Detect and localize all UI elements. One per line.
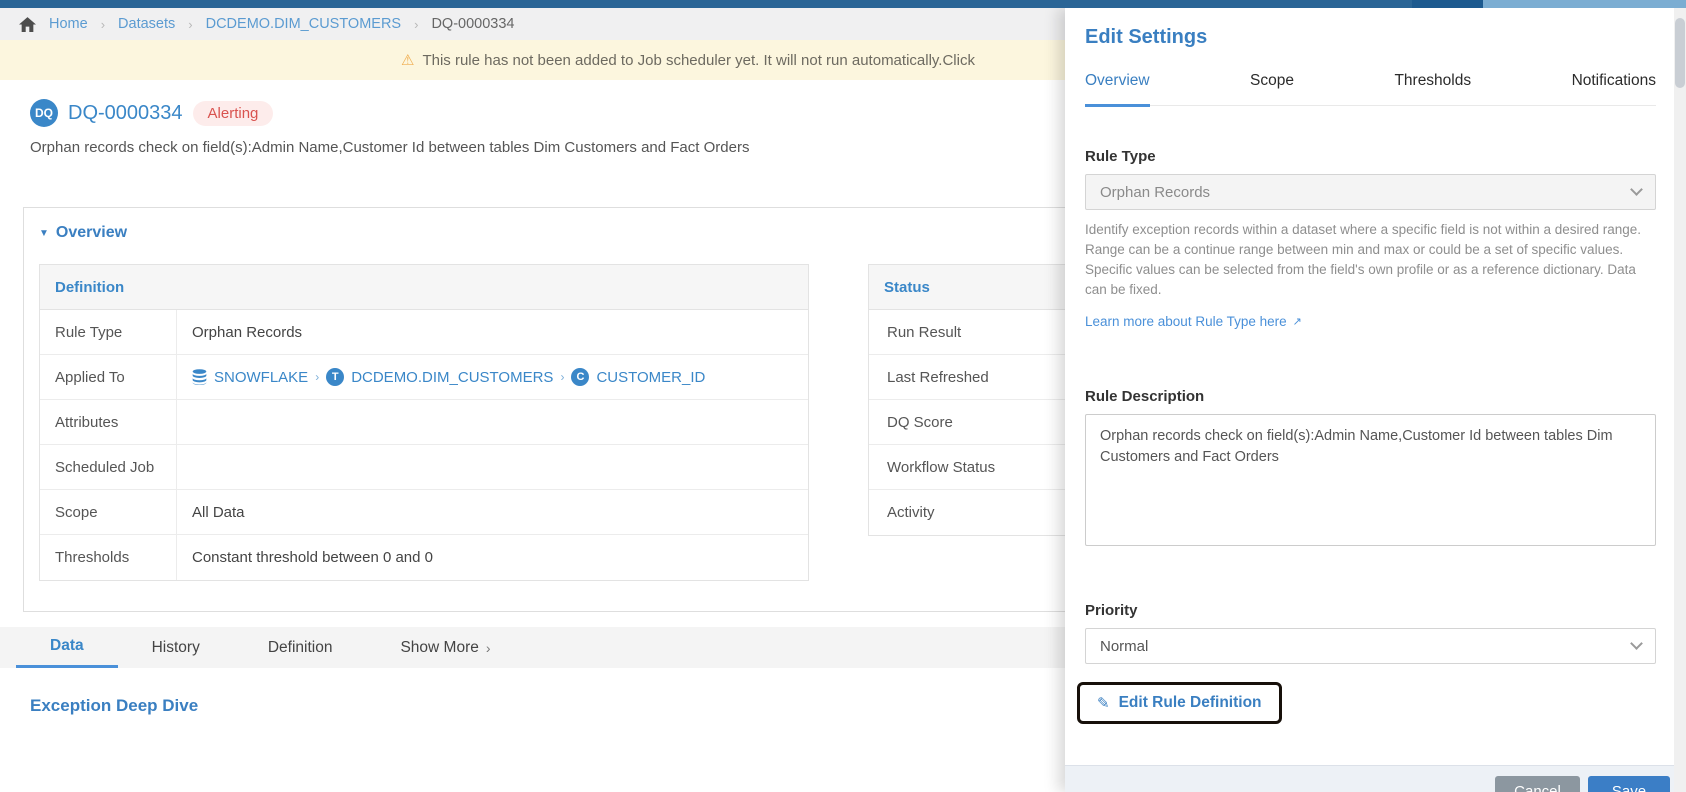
definition-table: Definition Rule Type Orphan Records Appl…	[39, 264, 809, 581]
chevron-right-icon: ›	[100, 16, 106, 32]
breadcrumb-dataset-name[interactable]: DCDEMO.DIM_CUSTOMERS	[206, 16, 402, 32]
warning-text: This rule has not been added to Job sche…	[422, 51, 975, 69]
source-link[interactable]: SNOWFLAKE	[214, 369, 308, 386]
tab-data[interactable]: Data	[16, 627, 118, 668]
row-label: Last Refreshed	[887, 368, 989, 386]
table-row: Rule Type Orphan Records	[40, 310, 808, 355]
page-header: DQ DQ-0000334 Alerting	[30, 99, 274, 127]
learn-more-link[interactable]: Learn more about Rule Type here ↗	[1085, 314, 1302, 329]
row-label: Rule Type	[40, 310, 177, 354]
learn-more-label: Learn more about Rule Type here	[1085, 314, 1287, 329]
section-heading: Exception Deep Dive	[30, 696, 199, 715]
breadcrumb-datasets[interactable]: Datasets	[118, 16, 175, 32]
overview-card: ▼ Overview Definition Rule Type Orphan R…	[23, 207, 1168, 612]
panel-footer: Cancel Save	[1065, 765, 1674, 792]
top-bar-segment-dark	[1412, 0, 1483, 8]
rule-type-value: Orphan Records	[1100, 183, 1211, 201]
dq-badge: DQ	[30, 99, 58, 127]
row-value: Constant threshold between 0 and 0	[192, 549, 434, 566]
panel-tab-notifications[interactable]: Notifications	[1572, 72, 1656, 105]
chevron-right-icon: ›	[485, 639, 491, 656]
table-icon: T	[326, 368, 345, 386]
page-title: DQ-0000334	[68, 101, 183, 124]
database-icon	[192, 369, 207, 385]
definition-table-header: Definition	[40, 265, 808, 310]
top-progress-bar	[0, 0, 1686, 8]
row-label: Applied To	[40, 355, 177, 399]
edit-settings-panel: Edit Settings Overview Scope Thresholds …	[1065, 8, 1674, 792]
show-more-label: Show More	[400, 638, 479, 656]
table-row: Scheduled Job	[40, 445, 808, 490]
chevron-right-icon: ›	[188, 16, 193, 32]
pencil-icon: ✎	[1097, 695, 1110, 712]
row-label: Scope	[40, 490, 177, 534]
row-label: Activity	[887, 504, 935, 521]
row-value: Orphan Records	[192, 323, 303, 341]
row-value: SNOWFLAKE › T DCDEMO.DIM_CUSTOMERS › C C…	[177, 355, 808, 399]
breadcrumb-home[interactable]: Home	[49, 16, 88, 32]
row-value	[177, 400, 808, 444]
rule-description-label: Rule Description	[1085, 388, 1205, 405]
top-bar-segment-light	[1483, 0, 1686, 8]
panel-tabbar: Overview Scope Thresholds Notifications	[1085, 72, 1656, 107]
rule-description-text: Orphan records check on field(s):Admin N…	[30, 139, 750, 156]
rule-description-input[interactable]: Orphan records check on field(s):Admin N…	[1085, 414, 1656, 546]
scrollbar-thumb[interactable]	[1675, 18, 1685, 88]
row-label: DQ Score	[887, 413, 953, 431]
vertical-scrollbar[interactable]	[1674, 8, 1686, 792]
table-row: Applied To SNOWFLAKE › T DCDEMO.DIM_CUST…	[40, 355, 808, 400]
priority-select[interactable]: Normal	[1085, 628, 1656, 664]
table-row: Thresholds Constant threshold between 0 …	[40, 535, 808, 580]
rule-type-label: Rule Type	[1085, 148, 1156, 165]
overview-section-label: Overview	[55, 224, 128, 241]
priority-value: Normal	[1100, 637, 1149, 655]
cancel-button[interactable]: Cancel	[1495, 776, 1580, 792]
chevron-right-icon: ›	[315, 370, 320, 384]
row-label: Attributes	[40, 400, 177, 444]
home-icon[interactable]	[19, 16, 36, 32]
panel-tab-scope[interactable]: Scope	[1250, 72, 1294, 105]
chevron-right-icon: ›	[414, 16, 419, 32]
rule-type-select[interactable]: Orphan Records	[1085, 174, 1656, 210]
chevron-right-icon: ›	[560, 370, 565, 384]
edit-rule-definition-button[interactable]: ✎ Edit Rule Definition	[1077, 682, 1282, 724]
tab-history[interactable]: History	[118, 627, 234, 668]
panel-title: Edit Settings	[1085, 26, 1208, 48]
row-label: Thresholds	[40, 535, 177, 580]
row-label: Run Result	[887, 323, 962, 341]
overview-section-toggle[interactable]: ▼ Overview	[39, 224, 127, 242]
table-row: Scope All Data	[40, 490, 808, 535]
tab-show-more[interactable]: Show More ›	[366, 627, 524, 668]
warning-icon: ⚠	[401, 52, 415, 69]
row-value: All Data	[192, 503, 245, 521]
rule-type-help: Identify exception records within a data…	[1085, 222, 1642, 297]
priority-label: Priority	[1085, 602, 1138, 619]
row-value	[177, 445, 808, 489]
caret-down-icon: ▼	[39, 227, 49, 239]
chevron-down-icon	[1630, 183, 1643, 196]
breadcrumb-current: DQ-0000334	[431, 16, 515, 32]
external-link-icon: ↗	[1292, 316, 1302, 328]
status-badge: Alerting	[192, 100, 274, 126]
row-label: Workflow Status	[887, 458, 996, 476]
edit-rule-definition-label: Edit Rule Definition	[1118, 694, 1262, 711]
chevron-down-icon	[1630, 637, 1643, 650]
tab-definition[interactable]: Definition	[234, 627, 367, 668]
applied-to-chain: SNOWFLAKE › T DCDEMO.DIM_CUSTOMERS › C C…	[192, 368, 705, 386]
panel-tab-overview[interactable]: Overview	[1085, 72, 1150, 107]
row-label: Scheduled Job	[40, 445, 177, 489]
table-row: Attributes	[40, 400, 808, 445]
column-icon: C	[571, 368, 590, 386]
table-link[interactable]: DCDEMO.DIM_CUSTOMERS	[351, 369, 553, 386]
app-window: Home › Datasets › DCDEMO.DIM_CUSTOMERS ›…	[0, 0, 1686, 792]
panel-tab-thresholds[interactable]: Thresholds	[1394, 72, 1471, 105]
save-button[interactable]: Save	[1588, 776, 1670, 792]
column-link[interactable]: CUSTOMER_ID	[596, 369, 705, 386]
